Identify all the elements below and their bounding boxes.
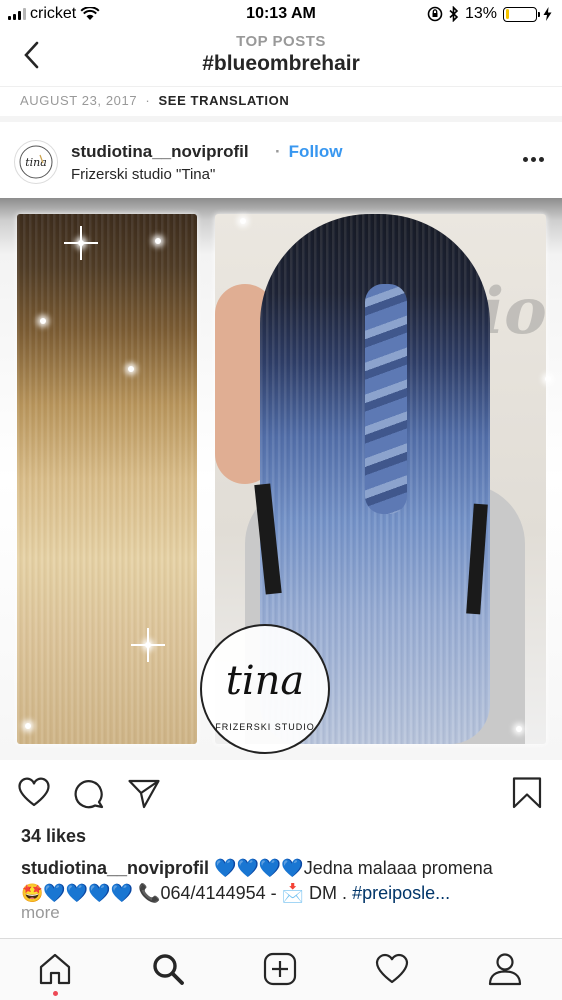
sparkle-icon <box>64 226 98 260</box>
follow-button[interactable]: Follow <box>289 142 343 161</box>
watermark-logo: tina FRIZERSKI STUDIO <box>200 624 330 754</box>
more-link[interactable]: more <box>21 903 60 923</box>
activity-heart-icon[interactable] <box>374 951 410 987</box>
status-right: 13% <box>427 5 552 23</box>
svg-text:tina: tina <box>25 156 47 169</box>
header-subtitle: TOP POSTS <box>236 33 326 50</box>
sparkle-icon <box>25 723 31 729</box>
sparkle-icon <box>516 726 522 732</box>
charging-icon <box>543 7 552 21</box>
caption-phone: 📞064/4144954 - <box>138 883 277 903</box>
braid <box>365 284 407 514</box>
logo-word: tina <box>225 658 305 704</box>
home-icon[interactable] <box>37 951 73 987</box>
bluetooth-icon <box>449 6 459 22</box>
send-icon[interactable] <box>127 776 161 810</box>
more-options-icon[interactable] <box>523 157 544 162</box>
battery-icon <box>503 6 540 22</box>
profile-icon[interactable] <box>487 951 523 987</box>
sparkle-icon <box>40 318 46 324</box>
post-caption: studiotina__noviprofil 💙💙💙💙Jedna malaaa … <box>21 856 546 906</box>
likes-count[interactable]: 34 likes <box>21 826 86 847</box>
studio-logo-icon: tina <box>19 145 53 179</box>
caption-hearts-2: 💙💙💙💙 <box>43 883 134 903</box>
sparkle-icon <box>131 628 165 662</box>
notification-dot <box>53 991 58 996</box>
post-image[interactable]: dio tina FRIZERSKI STUDIO <box>0 198 562 760</box>
heart-icon[interactable] <box>17 776 51 810</box>
post-header: tina studiotina__noviprofil · Follow Friz… <box>0 130 562 194</box>
comment-icon[interactable] <box>72 776 106 810</box>
post-date: AUGUST 23, 2017 <box>20 93 138 108</box>
sparkle-icon <box>128 366 134 372</box>
follow-group: · Follow <box>275 142 343 162</box>
sparkle-icon <box>155 238 161 244</box>
page-title: #blueombrehair <box>202 52 360 75</box>
sparkle-icon <box>240 218 246 224</box>
caption-emoji: 🤩 <box>21 883 44 903</box>
add-post-icon[interactable] <box>262 951 298 987</box>
see-translation-link[interactable]: SEE TRANSLATION <box>159 93 290 108</box>
post-username[interactable]: studiotina__noviprofil <box>71 142 249 162</box>
logo-subtext: FRIZERSKI STUDIO <box>215 722 315 732</box>
before-photo <box>17 214 197 744</box>
sparkle-icon <box>545 376 551 382</box>
battery-percent: 13% <box>464 5 497 22</box>
caption-hearts: 💙💙💙💙 <box>214 858 304 878</box>
avatar[interactable]: tina <box>14 140 58 184</box>
caption-username[interactable]: studiotina__noviprofil <box>21 858 209 878</box>
caption-hashtag[interactable]: #preiposle... <box>352 883 450 903</box>
date-separator: · <box>145 93 151 108</box>
section-divider <box>0 116 562 122</box>
orientation-lock-icon <box>427 6 443 22</box>
post-location[interactable]: Frizerski studio "Tina" <box>71 166 215 183</box>
bottom-tab-bar <box>0 938 562 1000</box>
follow-separator: · <box>275 142 281 161</box>
search-icon[interactable] <box>150 951 186 987</box>
caption-dm: 📩 DM . <box>281 883 348 903</box>
status-bar: cricket 10:13 AM 13% <box>0 0 562 30</box>
caption-text: Jedna malaaa promena <box>303 858 493 878</box>
bookmark-icon[interactable] <box>510 776 544 810</box>
nav-header: TOP POSTS #blueombrehair <box>0 30 562 88</box>
post-actions <box>0 770 562 818</box>
post-date-row: AUGUST 23, 2017 · SEE TRANSLATION <box>0 86 562 116</box>
